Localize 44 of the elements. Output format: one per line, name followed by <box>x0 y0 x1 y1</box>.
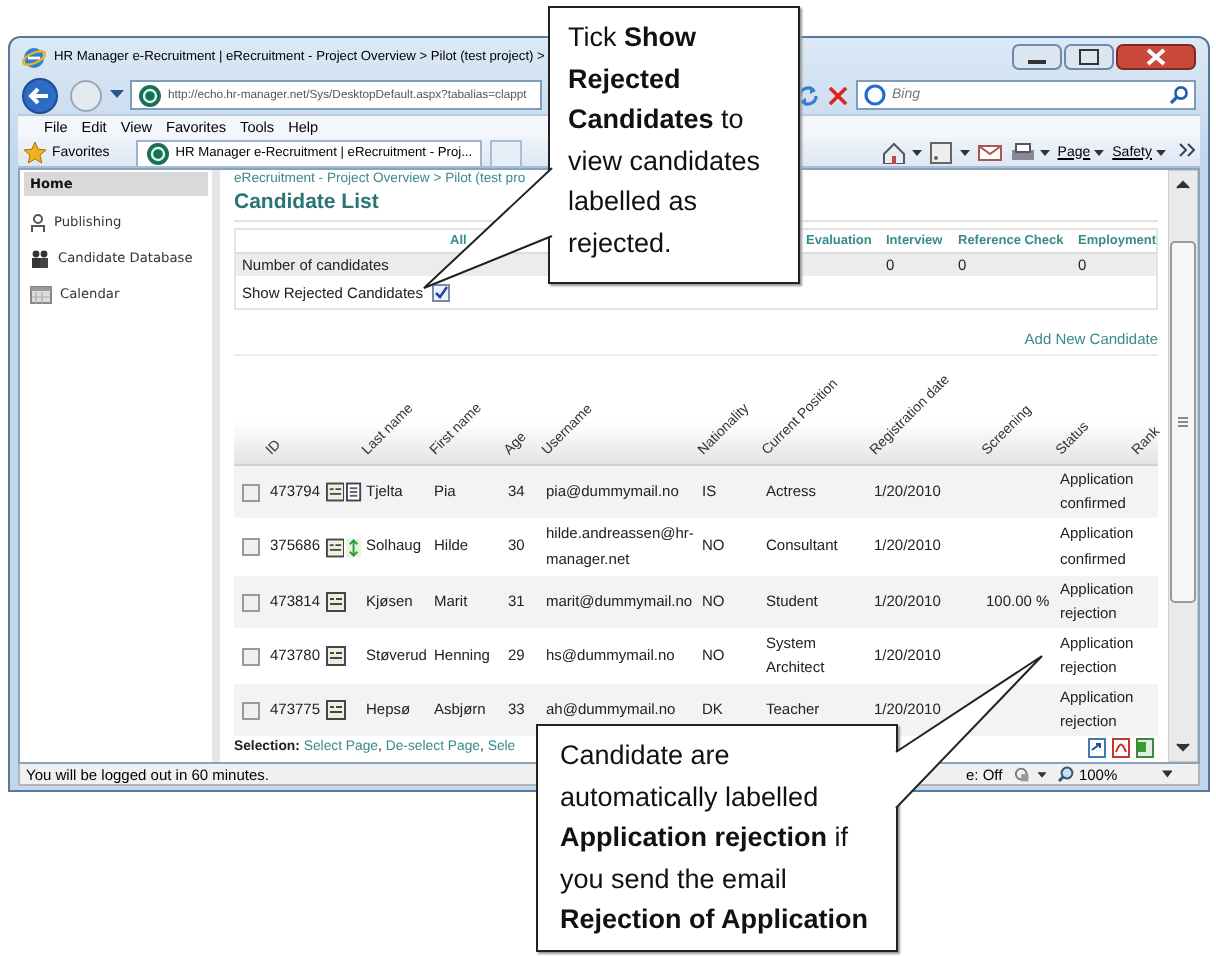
home-icon[interactable] <box>881 141 922 163</box>
callout-text: Candidate are automatically labelled Application rejection if you send the email Rejection of Application <box>560 738 871 939</box>
people-icon <box>30 249 50 267</box>
star-icon <box>24 141 46 163</box>
mail-icon[interactable] <box>977 141 1002 163</box>
search-icon <box>1170 86 1188 104</box>
scrollbar[interactable] <box>1168 170 1198 762</box>
magnifier-icon <box>1058 766 1075 782</box>
caret-icon <box>1156 149 1166 155</box>
security-icon[interactable] <box>1014 765 1047 783</box>
site-logo-icon <box>145 141 170 165</box>
page-heading: Candidate List <box>234 190 379 216</box>
caret-icon[interactable] <box>1161 770 1173 778</box>
cv-icon <box>326 646 346 666</box>
row-checkbox[interactable] <box>242 701 260 719</box>
calendar-icon <box>30 285 52 303</box>
cv-icon <box>326 537 345 557</box>
person-icon <box>30 213 46 231</box>
row-checkbox[interactable] <box>242 483 260 501</box>
stop-button[interactable] <box>826 83 850 107</box>
row-checkbox[interactable] <box>242 593 260 611</box>
cv-icon <box>326 482 345 502</box>
callout-text: Tick Show Rejected Candidates to view candidates labelled as rejected. <box>568 20 763 262</box>
document-icon <box>346 482 362 502</box>
caret-icon[interactable] <box>110 90 124 100</box>
cv-icon <box>326 592 346 612</box>
checkbox[interactable] <box>432 283 451 301</box>
close-button[interactable] <box>1116 44 1196 70</box>
cv-icon <box>326 700 346 720</box>
maximize-button[interactable] <box>1064 44 1114 70</box>
swap-icon <box>346 537 362 557</box>
minimize-button[interactable] <box>1012 44 1062 70</box>
row-checkbox[interactable] <box>242 647 260 665</box>
chevron-icon[interactable] <box>1178 142 1196 162</box>
row-checkbox[interactable] <box>242 538 260 556</box>
browser-logo-icon <box>22 45 46 69</box>
search-engine-icon <box>864 84 886 106</box>
caret-icon <box>1094 149 1105 155</box>
site-logo-icon <box>138 83 162 107</box>
print-icon[interactable] <box>1009 141 1050 163</box>
refresh-button[interactable] <box>796 83 820 107</box>
back-button[interactable] <box>18 77 62 113</box>
feeds-icon[interactable] <box>929 141 970 163</box>
spreadsheet-icon <box>1136 737 1154 757</box>
